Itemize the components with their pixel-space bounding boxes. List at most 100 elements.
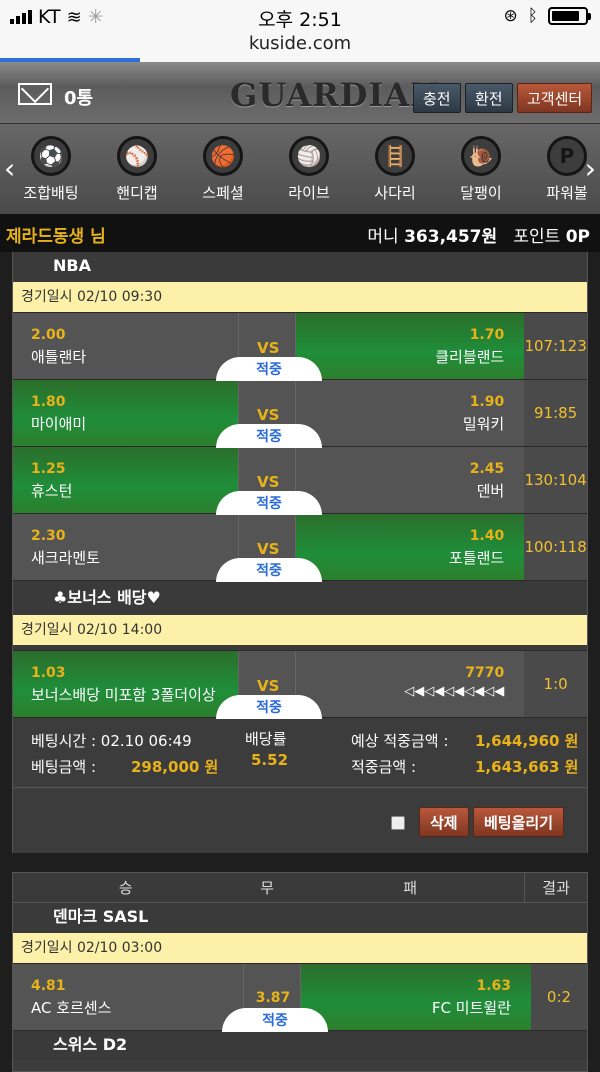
select-checkbox[interactable] bbox=[391, 816, 405, 830]
nav-item-label: 달팽이 bbox=[460, 184, 502, 202]
col-result: 결과 bbox=[524, 873, 587, 902]
home-odd: 1.80 bbox=[31, 394, 66, 410]
league-title: NBA bbox=[13, 252, 587, 282]
address-bar[interactable]: kuside.com bbox=[0, 33, 600, 54]
bet-amount: 298,000 원 bbox=[131, 758, 219, 776]
away-pick[interactable]: 1.40 포틀랜드 bbox=[296, 514, 525, 580]
away-pick[interactable]: 1.70 클리블랜드 bbox=[296, 313, 525, 379]
home-pick[interactable]: 2.30 새크라멘토 bbox=[13, 514, 239, 580]
point-value: 0P bbox=[565, 227, 590, 247]
draw-odd: 3.87 bbox=[255, 990, 291, 1006]
won-label: 적중금액 : bbox=[351, 758, 417, 776]
site-header: 0통 GUARDIAN 충전 환전 고객센터 bbox=[0, 62, 600, 124]
expected-label: 예상 적중금액 : bbox=[351, 732, 449, 750]
nav-item-label: 라이브 bbox=[288, 184, 330, 202]
away-odd: 1.70 bbox=[469, 327, 505, 343]
match-result: 130:104 bbox=[524, 447, 588, 513]
mail-icon[interactable] bbox=[18, 83, 52, 105]
match-row: 2.30 새크라멘토 VS 1.40 포틀랜드 100:118 적중 bbox=[13, 513, 588, 582]
bet-amount-label: 베팅금액 : bbox=[31, 758, 97, 776]
battery-icon bbox=[548, 7, 591, 25]
ios-status-bar: KT ≋ ✳ 오후 2:51 kuside.com ⊛ ᛒ bbox=[0, 0, 600, 62]
match-result: 107:123 bbox=[524, 313, 588, 379]
home-pick[interactable]: 1.80 마이애미 bbox=[13, 380, 239, 446]
nav-item[interactable]: 🏐 라이브 bbox=[266, 132, 352, 203]
basketball-icon: 🏀 bbox=[203, 136, 243, 176]
match-date: 경기일시 02/10 14:00 bbox=[13, 615, 587, 645]
hit-badge: 적중 bbox=[216, 491, 322, 515]
nav-item[interactable]: 🐌 달팽이 bbox=[438, 132, 524, 203]
volleyball-icon: 🏐 bbox=[289, 136, 329, 176]
home-team: 휴스턴 bbox=[31, 482, 73, 500]
away-pick[interactable]: 2.45 덴버 bbox=[296, 447, 525, 513]
home-team: 애틀랜타 bbox=[31, 348, 87, 366]
nav-item[interactable]: ⚽ 조합배팅 bbox=[8, 132, 94, 203]
home-pick[interactable]: 4.81 AC 호르센스 bbox=[13, 964, 243, 1030]
away-team: 클리블랜드 bbox=[435, 348, 505, 366]
powerball-icon: P bbox=[547, 136, 587, 176]
home-odd: 2.00 bbox=[31, 327, 66, 343]
hit-badge: 적중 bbox=[216, 424, 322, 448]
delete-button[interactable]: 삭제 bbox=[419, 807, 469, 837]
vs-label: VS bbox=[257, 473, 280, 491]
col-lose: 패 bbox=[403, 879, 418, 897]
won-amount: 1,643,663 원 bbox=[475, 758, 579, 776]
home-pick[interactable]: 1.03 보너스배당 미포함 3폴더이상 bbox=[13, 651, 239, 717]
hit-badge: 적중 bbox=[222, 1008, 328, 1032]
home-team: 새크라멘토 bbox=[31, 549, 101, 567]
mail-count[interactable]: 0통 bbox=[64, 84, 93, 110]
home-odd: 1.03 bbox=[31, 665, 66, 681]
nav-item-label: 사다리 bbox=[374, 184, 416, 202]
bonus-title: ♣보너스 배당♥ bbox=[53, 588, 161, 607]
nav-next-arrow[interactable]: › bbox=[585, 152, 596, 185]
away-team: 밀워키 bbox=[462, 415, 505, 433]
away-team: 덴버 bbox=[476, 482, 505, 500]
exchange-button[interactable]: 환전 bbox=[465, 83, 513, 113]
away-team: 포틀랜드 bbox=[449, 549, 505, 567]
home-pick[interactable]: 2.00 애틀랜타 bbox=[13, 313, 239, 379]
away-pick[interactable]: 1.63 FC 미트윌란 bbox=[301, 964, 531, 1030]
expected-amount: 1,644,960 원 bbox=[475, 732, 579, 750]
nav-item[interactable]: ⚾ 핸디캡 bbox=[94, 132, 180, 203]
away-odd: 1.90 bbox=[469, 394, 505, 410]
site-logo[interactable]: GUARDIAN bbox=[230, 76, 440, 114]
bet-summary: 베팅시간 : 02.10 06:49 베팅금액 : 298,000 원 배당률 … bbox=[13, 717, 587, 787]
away-pick[interactable]: 1.90 밀워키 bbox=[296, 380, 525, 446]
bonus-row: 1.03 보너스배당 미포함 3폴더이상 VS 7770 ◁◀◁◀◁◀◁◀◁◀ … bbox=[13, 650, 588, 719]
nav-item[interactable]: 🏀 스페셜 bbox=[180, 132, 266, 203]
home-team: 마이애미 bbox=[31, 415, 87, 433]
support-button[interactable]: 고객센터 bbox=[517, 83, 593, 113]
away-team: ◁◀◁◀◁◀◁◀◁◀ bbox=[404, 684, 505, 699]
nav-item-label: 핸디캡 bbox=[116, 184, 158, 202]
vs-label: VS bbox=[257, 339, 280, 357]
vs-label: VS bbox=[257, 406, 280, 424]
balance: 머니 363,457원 포인트 0P bbox=[367, 222, 590, 247]
away-odd: 1.63 bbox=[476, 978, 511, 994]
nav-item[interactable]: 🪜 사다리 bbox=[352, 132, 438, 203]
league-title: 덴마크 SASL bbox=[13, 903, 587, 933]
col-draw: 무 bbox=[260, 879, 275, 897]
bluetooth-icon: ᛒ bbox=[527, 6, 538, 26]
match-result: 100:118 bbox=[524, 514, 588, 580]
post-bet-button[interactable]: 베팅올리기 bbox=[473, 807, 565, 837]
bet-slip-2: 승 무 패 결과 덴마크 SASL 경기일시 02/10 03:00 4.81 … bbox=[12, 872, 588, 1072]
slip-actions: 삭제 베팅올리기 bbox=[13, 787, 587, 853]
home-pick[interactable]: 1.25 휴스턴 bbox=[13, 447, 239, 513]
charge-button[interactable]: 충전 bbox=[413, 83, 461, 113]
baseball-icon: ⚾ bbox=[117, 136, 157, 176]
snail-icon: 🐌 bbox=[461, 136, 501, 176]
bet-slip-1: NBA 경기일시 02/10 09:30 2.00 애틀랜타 VS 1.70 클리블랜드… bbox=[12, 252, 588, 853]
vs-label: VS bbox=[257, 677, 280, 695]
username[interactable]: 제라드동생 님 bbox=[6, 222, 106, 247]
match-date: 경기일시 02/10 09:30 bbox=[13, 282, 587, 312]
point-label: 포인트 bbox=[513, 227, 561, 247]
user-info-bar: 제라드동생 님 머니 363,457원 포인트 0P bbox=[0, 214, 600, 252]
col-win: 승 bbox=[118, 879, 133, 897]
away-pick[interactable]: 7770 ◁◀◁◀◁◀◁◀◁◀ bbox=[296, 651, 525, 717]
ladder-icon: 🪜 bbox=[375, 136, 415, 176]
money-label: 머니 bbox=[367, 227, 399, 247]
nav-prev-arrow[interactable]: ‹ bbox=[4, 152, 15, 185]
money-value: 363,457원 bbox=[404, 227, 498, 247]
nav-item-label: 파워볼 bbox=[546, 184, 588, 202]
hit-badge: 적중 bbox=[216, 357, 322, 381]
